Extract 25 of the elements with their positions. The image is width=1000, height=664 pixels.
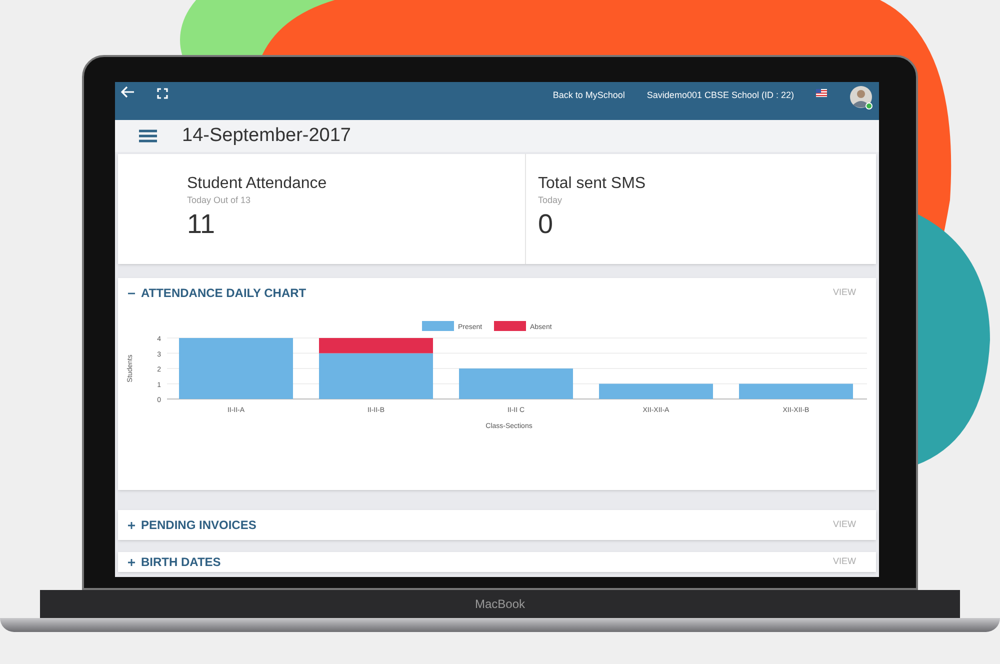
legend-swatch [494, 321, 526, 331]
back-arrow-icon[interactable] [121, 86, 135, 98]
legend-swatch [422, 321, 454, 331]
stat-subtitle: Today Out of 13 [187, 194, 252, 207]
menu-icon[interactable] [139, 129, 157, 143]
stat-subtitle: Today [538, 194, 564, 207]
stat-title: Student Attendance [187, 174, 328, 194]
fullscreen-icon[interactable] [157, 88, 168, 99]
view-link[interactable]: VIEW [832, 555, 856, 569]
panel-title: BIRTH DATES [141, 554, 221, 571]
flag-icon[interactable] [816, 89, 827, 97]
date-heading: 14-September-2017 [182, 124, 351, 148]
school-link[interactable]: Savidemo001 CBSE School (ID : 22) [646, 89, 794, 102]
stat-value: 11 [187, 208, 216, 240]
stat-value: 0 [538, 208, 554, 240]
panel-title: PENDING INVOICES [141, 517, 256, 534]
panel-title: ATTENDANCE DAILY CHART [141, 285, 306, 302]
plus-icon[interactable] [128, 522, 135, 528]
device-label: MacBook [474, 596, 526, 613]
back-link[interactable]: Back to MySchool [552, 89, 625, 102]
view-link[interactable]: VIEW [832, 286, 856, 300]
plus-icon[interactable] [128, 558, 135, 566]
stat-title: Total sent SMS [538, 174, 647, 194]
view-link[interactable]: VIEW [832, 518, 856, 532]
avatar-icon[interactable] [849, 86, 873, 110]
